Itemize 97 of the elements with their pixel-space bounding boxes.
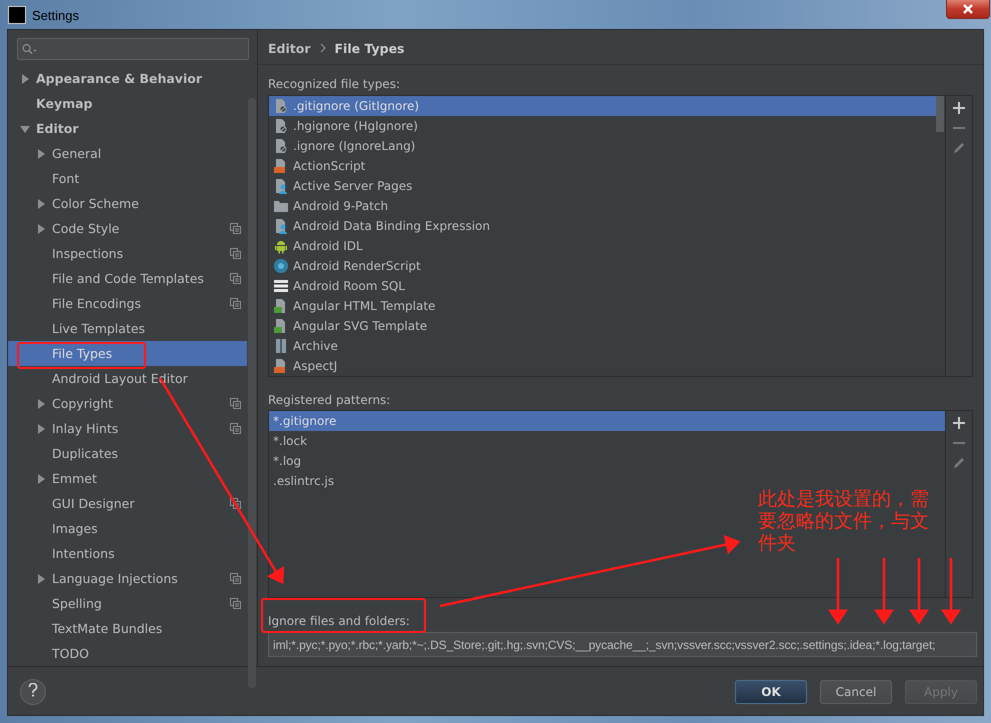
tree-item[interactable]: File and Code Templates	[8, 266, 247, 291]
tree-item[interactable]: Appearance & Behavior	[8, 66, 247, 91]
tree-item[interactable]: Duplicates	[8, 441, 247, 466]
list-item[interactable]: ActionScript	[269, 156, 936, 176]
collapsed-arrow-icon[interactable]	[36, 148, 46, 158]
dialog-button[interactable]: OK	[735, 680, 807, 704]
list-item[interactable]: Angular HTML Template	[269, 296, 936, 316]
collapsed-arrow-icon[interactable]	[20, 74, 30, 84]
folder-icon	[273, 198, 289, 214]
circle-icon	[273, 258, 289, 274]
tree-item[interactable]: TextMate Bundles	[8, 616, 247, 641]
list-item[interactable]: .hgignore (HgIgnore)	[269, 116, 936, 136]
tree-item[interactable]: Font	[8, 166, 247, 191]
list-item[interactable]: *.lock	[269, 431, 945, 451]
list-item[interactable]: .ignore (IgnoreLang)	[269, 136, 936, 156]
app-logo-icon	[8, 6, 26, 24]
close-button[interactable]	[946, 0, 990, 19]
expanded-arrow-icon[interactable]	[20, 124, 30, 134]
list-item[interactable]: *.log	[269, 451, 945, 471]
window-title: Settings	[32, 8, 79, 22]
copy-icon	[230, 423, 241, 434]
close-icon	[962, 4, 974, 14]
archive-icon	[273, 338, 289, 354]
list-item[interactable]: Android IDL	[269, 236, 936, 256]
scrollbar[interactable]	[248, 98, 256, 688]
tree-item[interactable]: Android Layout Editor	[8, 366, 247, 391]
annotation-arrow	[828, 558, 848, 624]
tree-item[interactable]: Editor	[8, 116, 247, 141]
file-icon	[273, 178, 289, 194]
search-icon	[22, 43, 37, 55]
annotation-arrow	[909, 558, 929, 624]
table-icon	[273, 278, 289, 294]
tree-item[interactable]: Copyright	[8, 391, 247, 416]
field-label: Ignore files and folders:	[268, 614, 411, 628]
tree-item[interactable]: Emmet	[8, 466, 247, 491]
copy-icon	[230, 298, 241, 309]
tree-item[interactable]: Keymap	[8, 91, 247, 116]
tree-item[interactable]: Color Scheme	[8, 191, 247, 216]
copy-icon	[230, 398, 241, 409]
help-icon	[28, 683, 38, 697]
copy-icon	[230, 273, 241, 284]
list-item[interactable]: Active Server Pages	[269, 176, 936, 196]
list-item[interactable]: Android 9-Patch	[269, 196, 936, 216]
list-item[interactable]: .gitignore (GitIgnore)	[269, 96, 936, 116]
copy-icon	[230, 223, 241, 234]
file-icon	[273, 138, 289, 154]
list-item[interactable]: Archive	[269, 336, 936, 356]
list-item[interactable]: Angular SVG Template	[269, 316, 936, 336]
tree-item[interactable]: Live Templates	[8, 316, 247, 341]
collapsed-arrow-icon[interactable]	[36, 474, 46, 484]
breadcrumb-item[interactable]: Editor	[268, 40, 310, 56]
tree-item[interactable]: Inspections	[8, 241, 247, 266]
input-field[interactable]: iml;*.pyc;*.pyo;*.rbc;*.yarb;*~;.DS_Store;.git;.hg;.svn;CVS;__pycache__;_svn;vssver.scc;vssver2.scc;.settings;.idea;*.log;target;	[268, 632, 977, 657]
collapsed-arrow-icon[interactable]	[36, 398, 46, 408]
tree-item[interactable]: Code Style	[8, 216, 247, 241]
copy-icon	[230, 248, 241, 259]
file-icon	[273, 98, 289, 114]
scrollbar[interactable]	[936, 96, 944, 132]
file-icon	[273, 218, 289, 234]
tree-item[interactable]: File Types	[8, 341, 247, 366]
list-item[interactable]: Android RenderScript	[269, 256, 936, 276]
tree-item[interactable]: TODO	[8, 641, 247, 666]
breadcrumb-item: File Types	[334, 40, 404, 56]
tree-item[interactable]: Intentions	[8, 541, 247, 566]
collapsed-arrow-icon[interactable]	[36, 574, 46, 584]
robot-icon	[273, 238, 289, 254]
search-field[interactable]	[17, 38, 249, 60]
annotation-arrow	[874, 558, 894, 624]
help-button[interactable]	[20, 678, 46, 704]
annotation-note: 此处是我设置的，需要忽略的文件，与文件夹	[758, 488, 929, 554]
tree-item[interactable]: Images	[8, 516, 247, 541]
tree-item[interactable]: Language Injections	[8, 566, 247, 591]
collapsed-arrow-icon[interactable]	[36, 224, 46, 234]
copy-icon	[230, 573, 241, 584]
add-icon[interactable]	[952, 101, 966, 115]
collapsed-arrow-icon[interactable]	[36, 424, 46, 434]
tree-item[interactable]: Spelling	[8, 591, 247, 616]
edit-icon[interactable]	[952, 141, 966, 155]
tree-item[interactable]: General	[8, 141, 247, 166]
annotation-arrow	[941, 558, 961, 624]
tree-item[interactable]: GUI Designer	[8, 491, 247, 516]
tree-item[interactable]: Inlay Hints	[8, 416, 247, 441]
list-item[interactable]: Android Data Binding Expression	[269, 216, 936, 236]
copy-icon	[230, 598, 241, 609]
list-item[interactable]: Android Room SQL	[269, 276, 936, 296]
section-label: Registered patterns:	[268, 393, 392, 407]
dialog-button[interactable]: Cancel	[820, 680, 892, 704]
tree-item[interactable]: File Encodings	[8, 291, 247, 316]
file-icon	[273, 118, 289, 134]
list-item[interactable]: AspectJ	[269, 356, 936, 376]
add-icon[interactable]	[952, 416, 966, 430]
collapsed-arrow-icon[interactable]	[36, 198, 46, 208]
chevron-icon	[318, 44, 326, 52]
edit-icon[interactable]	[952, 456, 966, 470]
copy-icon	[230, 498, 241, 509]
list-item[interactable]: *.gitignore	[269, 411, 945, 431]
section-label: Recognized file types:	[268, 77, 401, 91]
